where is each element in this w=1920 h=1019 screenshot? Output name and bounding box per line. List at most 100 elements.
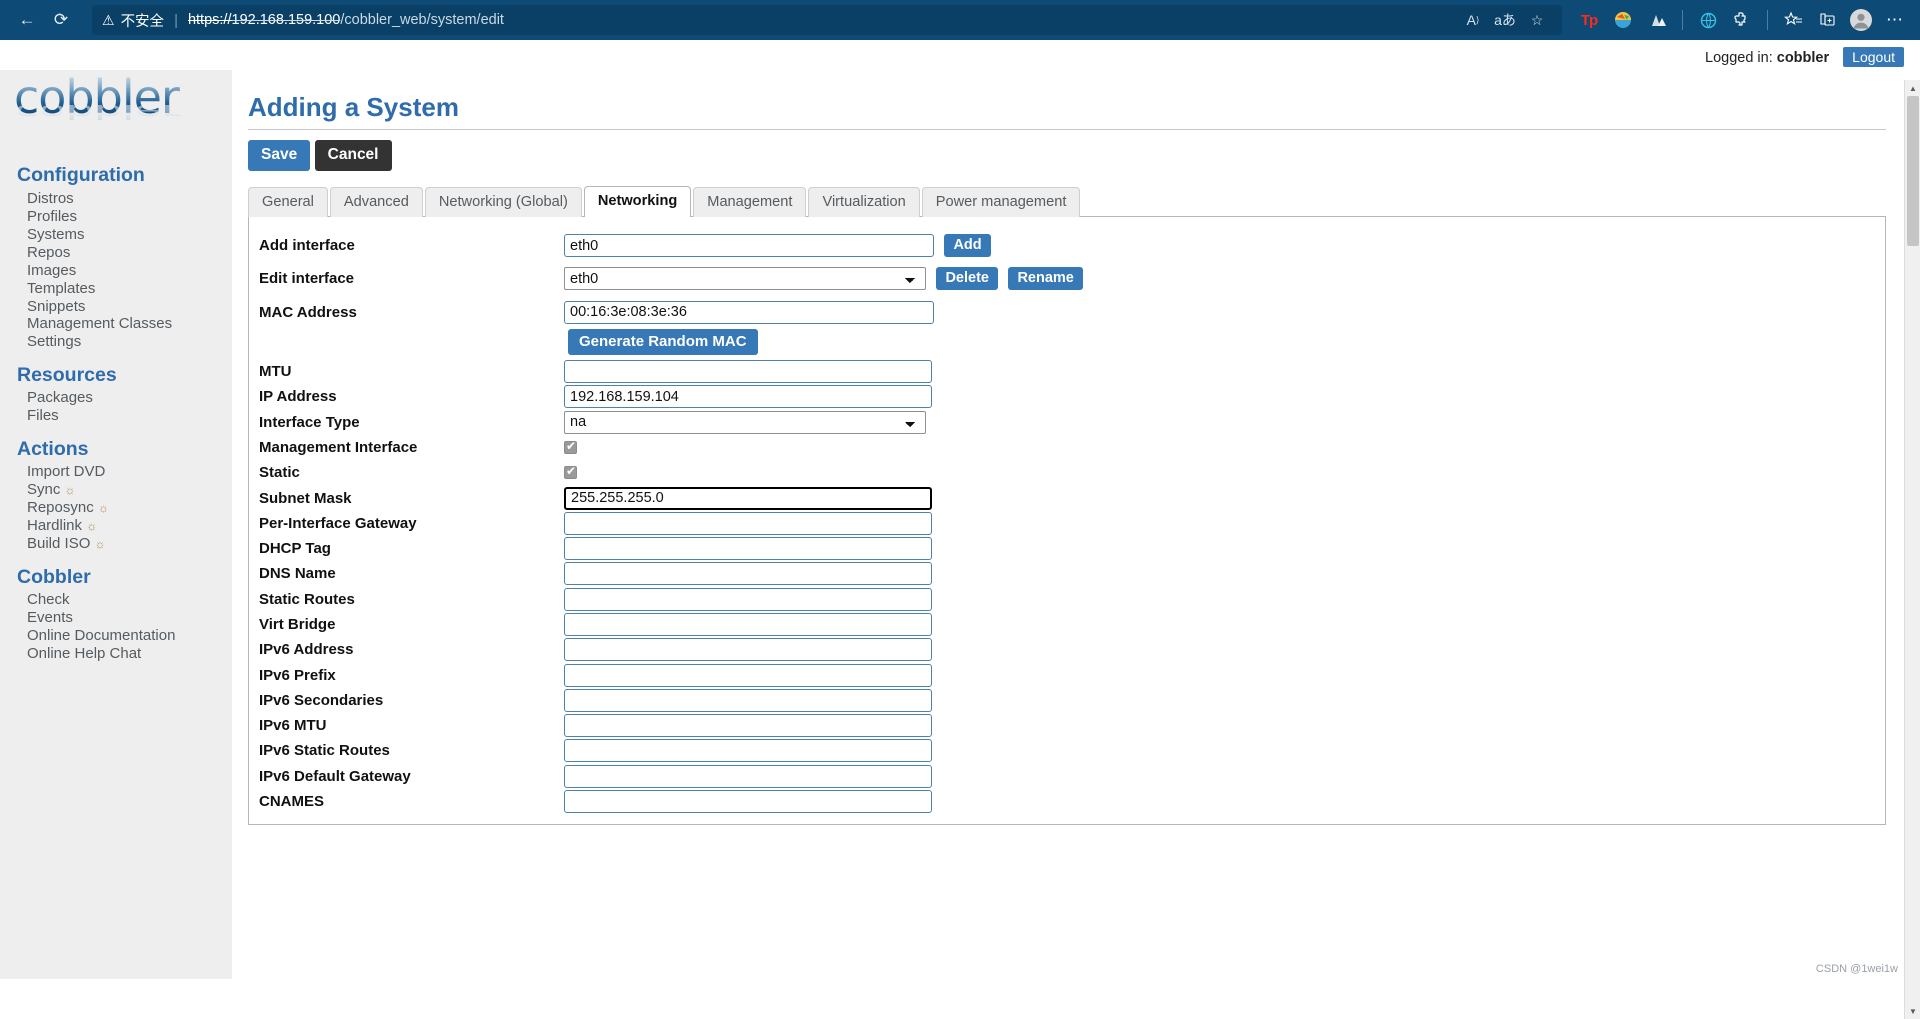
browser-toolbar: ← ⟳ ⚠ 不安全 | https://192.168.159.100/cobb… — [0, 0, 1920, 40]
logged-in-username: cobbler — [1776, 50, 1830, 66]
sidebar-item-hardlink[interactable]: Hardlink ☼ — [27, 518, 232, 536]
dhcp-tag-input[interactable] — [564, 537, 932, 561]
tab-management[interactable]: Management — [693, 187, 807, 217]
profile-icon[interactable] — [1846, 6, 1876, 34]
add-interface-input[interactable] — [564, 234, 934, 258]
sidebar-heading-cobbler: Cobbler — [17, 565, 91, 588]
sidebar-item-repos[interactable]: Repos — [27, 244, 232, 262]
sidebar-item-templates[interactable]: Templates — [27, 280, 232, 298]
cobbler-logo-reflection: cobbler — [14, 100, 204, 124]
url-host: 192.168.159.100 — [231, 12, 341, 28]
mtu-input[interactable] — [564, 360, 932, 384]
spacer — [259, 292, 1875, 300]
favorites-icon[interactable] — [1778, 6, 1808, 34]
sidebar-item-online-documentation[interactable]: Online Documentation — [27, 628, 232, 646]
rename-interface-button[interactable]: Rename — [1008, 267, 1083, 291]
sidebar-item-sync-label: Sync — [27, 481, 61, 499]
settings-more-icon[interactable]: ⋯ — [1880, 6, 1910, 34]
gear-icon: ☼ — [86, 519, 98, 534]
sidebar-item-check[interactable]: Check — [27, 592, 232, 610]
form-row-ipv6-default-gateway: IPv6 Default Gateway — [259, 764, 1875, 789]
subnet-mask-input[interactable] — [564, 486, 932, 510]
delete-interface-button[interactable]: Delete — [936, 267, 998, 291]
tab-networking[interactable]: Networking — [583, 186, 692, 217]
cnames-input[interactable] — [564, 790, 932, 814]
per-interface-gateway-input[interactable] — [564, 511, 932, 535]
tab-advanced[interactable]: Advanced — [329, 187, 423, 217]
tab-general[interactable]: General — [248, 187, 328, 217]
sidebar-item-import-dvd[interactable]: Import DVD — [27, 464, 232, 482]
sidebar-item-packages[interactable]: Packages — [27, 390, 232, 408]
address-bar[interactable]: ⚠ 不安全 | https://192.168.159.100/cobbler_… — [92, 5, 1562, 35]
form-row-management-interface: Management Interface — [259, 435, 1875, 460]
sidebar-item-settings[interactable]: Settings — [27, 334, 232, 352]
read-aloud-icon[interactable]: A ⟩ — [1458, 6, 1488, 34]
add-favorite-icon[interactable]: ☆ — [1522, 6, 1552, 34]
form-row-cnames: CNAMES — [259, 789, 1875, 814]
browser-essentials-icon[interactable] — [1693, 6, 1723, 34]
tab-virtualization[interactable]: Virtualization — [808, 187, 920, 217]
mac-address-input[interactable] — [564, 300, 934, 324]
sidebar-item-profiles[interactable]: Profiles — [27, 208, 232, 226]
reload-icon[interactable]: ⟳ — [44, 5, 78, 35]
form-row-ipv6-prefix: IPv6 Prefix — [259, 662, 1875, 687]
generate-random-mac-button[interactable]: Generate Random MAC — [568, 328, 758, 355]
form-row-mtu: MTU — [259, 359, 1875, 384]
page-scrollbar[interactable]: ▲ ▼ — [1904, 80, 1920, 1019]
sidebar-item-build-iso[interactable]: Build ISO ☼ — [27, 536, 232, 554]
save-button[interactable]: Save — [248, 140, 311, 171]
logout-button[interactable]: Logout — [1843, 47, 1904, 67]
scroll-up-arrow-icon[interactable]: ▲ — [1905, 80, 1920, 96]
form-row-ip-address: IP Address — [259, 384, 1875, 409]
tp-extension-icon[interactable]: Tp — [1574, 6, 1604, 34]
toolbar-divider-2 — [1767, 10, 1768, 30]
cancel-button[interactable]: Cancel — [314, 140, 392, 171]
collections-icon[interactable] — [1812, 6, 1842, 34]
ipv6-address-input[interactable] — [564, 638, 932, 662]
sidebar-item-distros[interactable]: Distros — [27, 190, 232, 208]
sidebar-item-images[interactable]: Images — [27, 262, 232, 280]
ipv6-mtu-input[interactable] — [564, 714, 932, 738]
sidebar-item-snippets[interactable]: Snippets — [27, 298, 232, 316]
sidebar-item-online-help-chat[interactable]: Online Help Chat — [27, 646, 232, 664]
scrollbar-thumb[interactable] — [1907, 96, 1919, 246]
label-add-interface: Add interface — [259, 237, 355, 255]
management-interface-checkbox[interactable] — [564, 439, 577, 454]
ipv6-static-routes-input[interactable] — [564, 739, 932, 763]
sidebar: cobbler cobbler Configuration Distros Pr… — [0, 70, 232, 979]
sidebar-item-systems[interactable]: Systems — [27, 226, 232, 244]
sidebar-item-sync[interactable]: Sync ☼ — [27, 482, 232, 500]
virt-bridge-input[interactable] — [564, 613, 932, 636]
label-ipv6-secondaries: IPv6 Secondaries — [259, 691, 384, 709]
label-ipv6-prefix: IPv6 Prefix — [259, 666, 336, 684]
interface-type-select[interactable]: na — [564, 410, 926, 434]
extensions-icon[interactable] — [1727, 6, 1757, 34]
ip-address-input[interactable] — [564, 385, 932, 409]
static-checkbox[interactable] — [564, 464, 577, 479]
dns-name-input[interactable] — [564, 562, 932, 586]
form-row-virt-bridge: Virt Bridge — [259, 612, 1875, 637]
scroll-down-arrow-icon[interactable]: ▼ — [1905, 1003, 1920, 1019]
ipv6-secondaries-input[interactable] — [564, 688, 932, 712]
tab-bar: General Advanced Networking (Global) Net… — [248, 185, 1886, 217]
sidebar-heading-resources: Resources — [17, 363, 117, 386]
label-ipv6-mtu: IPv6 MTU — [259, 717, 327, 735]
form-row-interface-type: Interface Type na — [259, 409, 1875, 434]
tab-networking-global[interactable]: Networking (Global) — [424, 187, 582, 217]
colorful-extension-icon[interactable] — [1608, 6, 1638, 34]
label-per-interface-gateway: Per-Interface Gateway — [259, 514, 417, 532]
title-divider — [248, 129, 1886, 130]
sidebar-item-management-classes[interactable]: Management Classes — [27, 316, 232, 334]
mountain-extension-icon[interactable] — [1642, 6, 1672, 34]
add-interface-button[interactable]: Add — [944, 234, 991, 258]
ipv6-prefix-input[interactable] — [564, 663, 932, 687]
sidebar-item-events[interactable]: Events — [27, 610, 232, 628]
sidebar-item-files[interactable]: Files — [27, 408, 232, 426]
ipv6-default-gateway-input[interactable] — [564, 764, 932, 788]
back-arrow-icon[interactable]: ← — [10, 5, 44, 35]
edit-interface-select[interactable]: eth0 — [564, 267, 926, 291]
sidebar-item-reposync[interactable]: Reposync ☼ — [27, 500, 232, 518]
static-routes-input[interactable] — [564, 587, 932, 611]
tab-power-management[interactable]: Power management — [921, 187, 1081, 217]
translate-icon[interactable]: aあ — [1490, 6, 1520, 34]
